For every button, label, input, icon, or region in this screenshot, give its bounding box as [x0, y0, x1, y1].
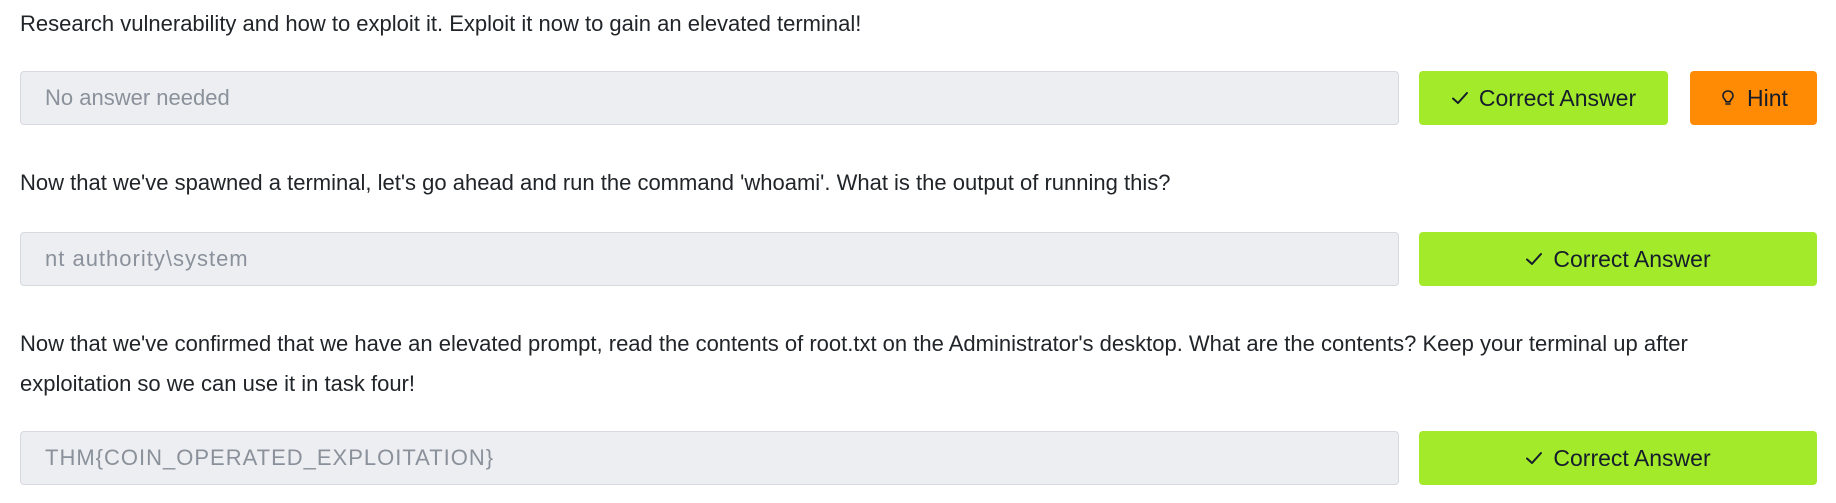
check-icon: [1525, 250, 1543, 268]
question-3-text: Now that we've confirmed that we have an…: [20, 331, 1688, 396]
hint-button[interactable]: Hint: [1690, 71, 1817, 125]
correct-answer-button-2[interactable]: Correct Answer: [1419, 232, 1817, 286]
answer-field-1[interactable]: [20, 71, 1399, 125]
question-1-text: Research vulnerability and how to exploi…: [20, 11, 862, 36]
correct-answer-button-3[interactable]: Correct Answer: [1419, 431, 1817, 485]
correct-answer-label-1: Correct Answer: [1478, 84, 1637, 111]
question-2-text: Now that we've spawned a terminal, let's…: [20, 170, 1171, 195]
answer-field-3[interactable]: [20, 431, 1399, 485]
check-icon: [1525, 449, 1543, 467]
check-icon: [1451, 89, 1469, 107]
hint-label: Hint: [1747, 84, 1788, 111]
lightbulb-icon: [1719, 89, 1737, 107]
correct-answer-label-2: Correct Answer: [1553, 245, 1711, 272]
correct-answer-button-1[interactable]: Correct Answer: [1419, 71, 1668, 125]
answer-field-2[interactable]: [20, 232, 1399, 286]
correct-answer-label-3: Correct Answer: [1553, 444, 1711, 471]
